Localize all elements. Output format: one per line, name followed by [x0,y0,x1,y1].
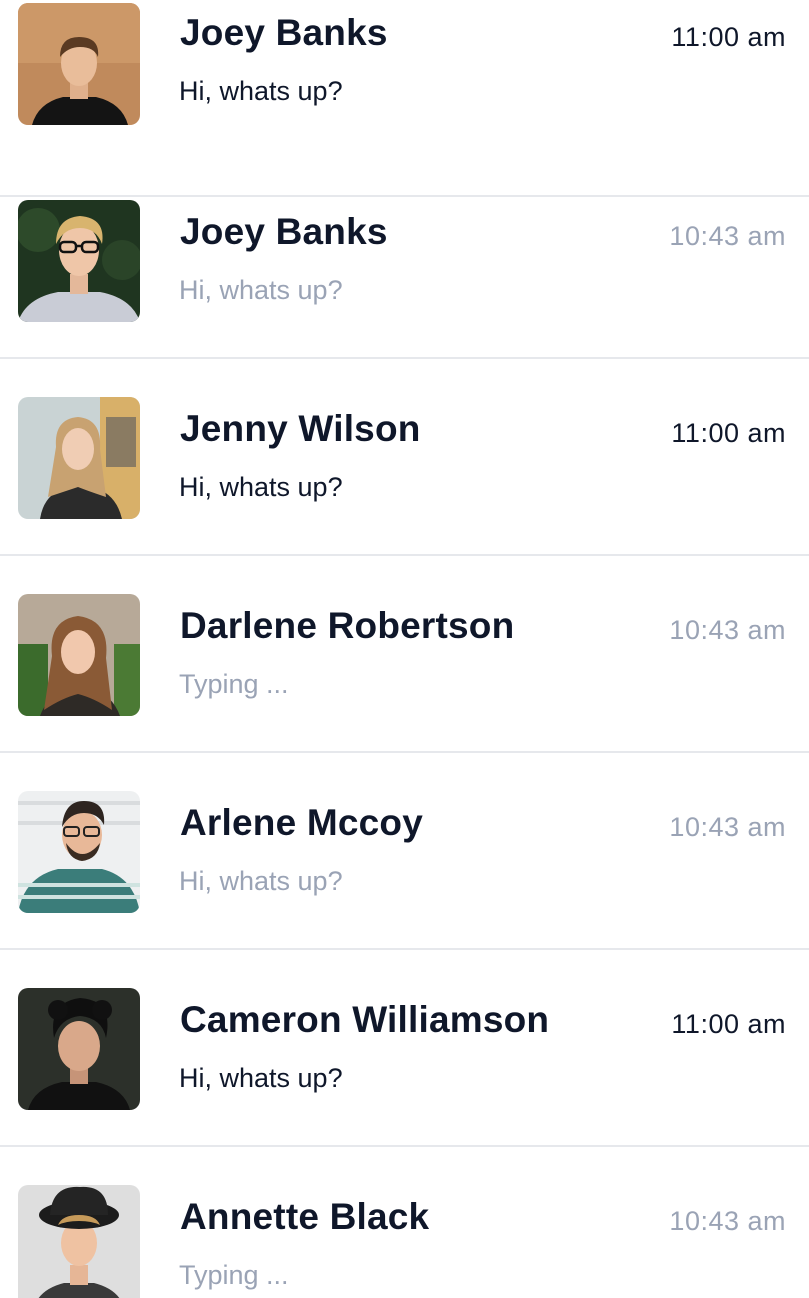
message-time: 11:00 am [671,22,786,52]
message-time: 11:00 am [671,418,786,448]
contact-name: Joey Banks [180,12,388,53]
message-time: 10:43 am [669,812,786,842]
avatar [18,594,140,716]
message-time: 10:43 am [669,221,786,251]
contact-name: Joey Banks [180,211,388,252]
avatar [18,791,140,913]
last-message: Hi, whats up? [179,76,343,106]
message-time: 11:00 am [671,1009,786,1039]
last-message: Hi, whats up? [179,472,343,502]
last-message: Hi, whats up? [179,1063,343,1093]
avatar [18,3,140,125]
contact-name: Darlene Robertson [180,605,515,646]
chat-row-cameron-williamson[interactable]: Cameron Williamson Hi, whats up? 11:00 a… [0,950,809,1147]
chat-row-annette-black[interactable]: Annette Black Typing ... 10:43 am [0,1147,809,1298]
chat-row-darlene-robertson[interactable]: Darlene Robertson Typing ... 10:43 am [0,556,809,753]
avatar [18,1185,140,1298]
last-message: Typing ... [179,669,289,699]
contact-name: Annette Black [180,1196,430,1237]
contact-name: Cameron Williamson [180,999,550,1040]
avatar [18,200,140,322]
chat-row-arlene-mccoy[interactable]: Arlene Mccoy Hi, whats up? 10:43 am [0,753,809,950]
chat-row-joey-banks-2[interactable]: Joey Banks Hi, whats up? 10:43 am [0,162,809,359]
chat-list: Joey Banks Hi, whats up? 11:00 am Joey B… [0,0,809,1298]
last-message: Hi, whats up? [179,866,343,896]
contact-name: Jenny Wilson [180,408,421,449]
message-time: 10:43 am [669,615,786,645]
avatar [18,397,140,519]
chat-row-jenny-wilson[interactable]: Jenny Wilson Hi, whats up? 11:00 am [0,359,809,556]
last-message: Typing ... [179,1260,289,1290]
last-message: Hi, whats up? [179,275,343,305]
contact-name: Arlene Mccoy [180,802,423,843]
avatar [18,988,140,1110]
message-time: 10:43 am [669,1206,786,1236]
